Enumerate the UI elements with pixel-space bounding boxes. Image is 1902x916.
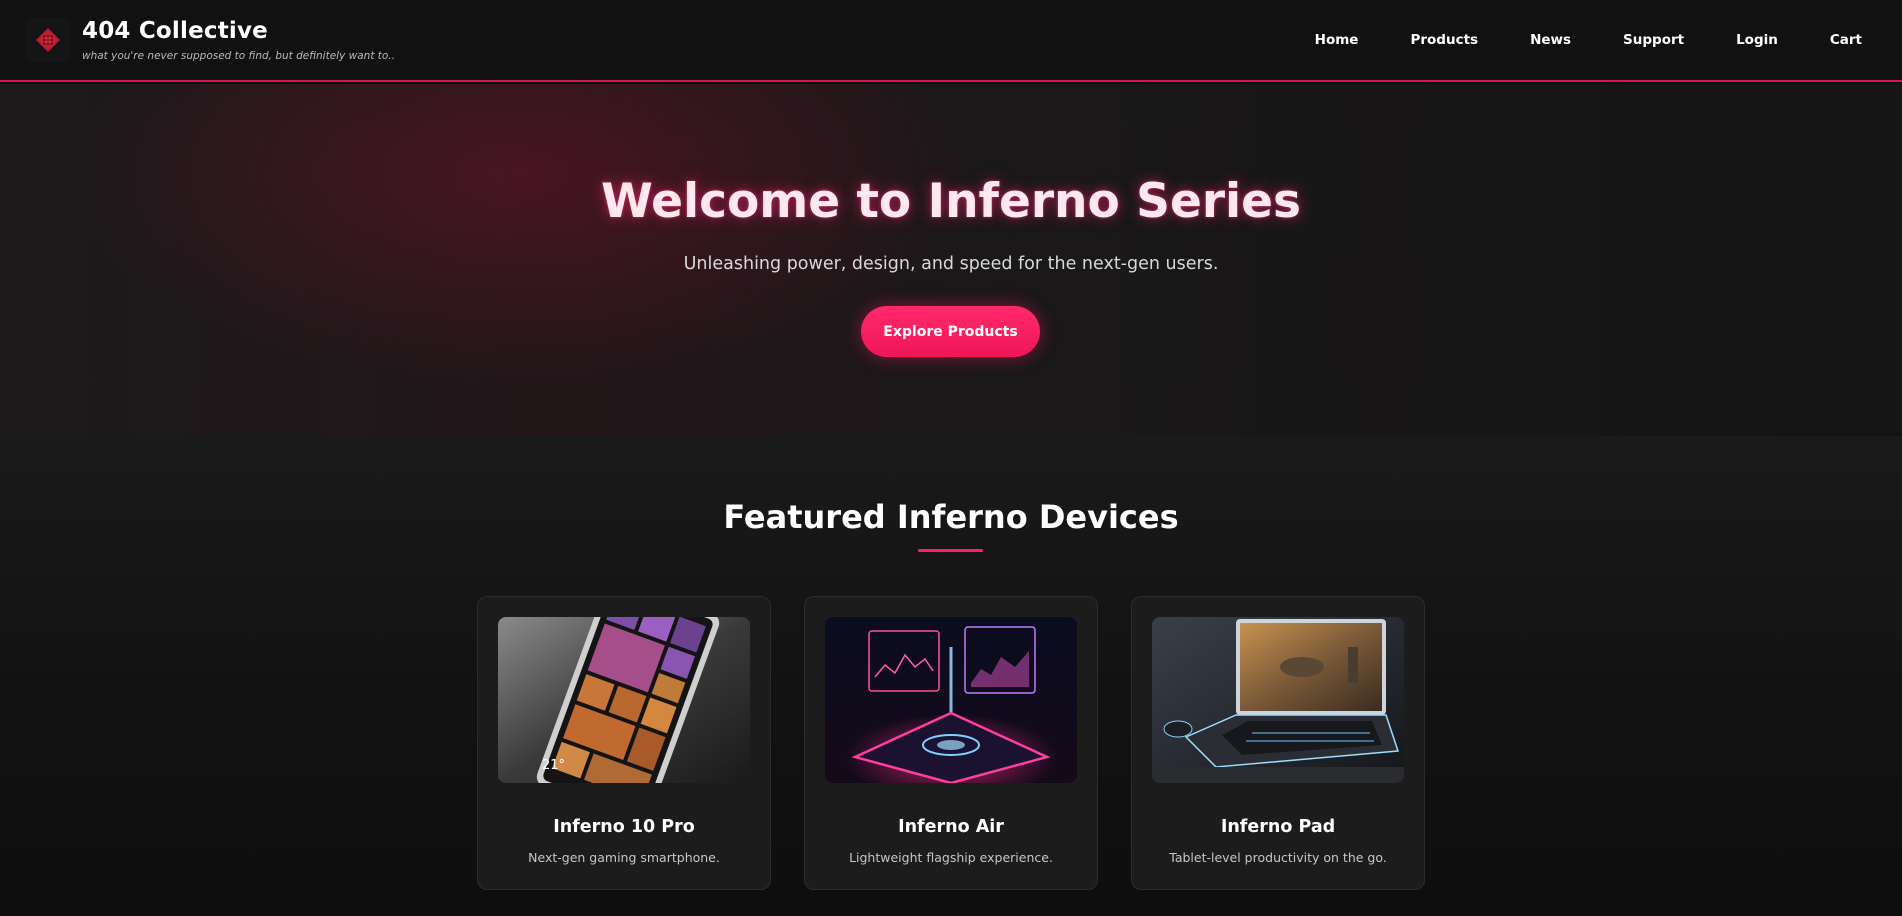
nav-cart[interactable]: Cart bbox=[1830, 32, 1862, 48]
site-tagline: what you're never supposed to find, but … bbox=[82, 50, 395, 62]
gaming-laptop-image[interactable] bbox=[1152, 617, 1404, 783]
product-card-inferno-pad[interactable]: Inferno Pad Tablet-level productivity on… bbox=[1131, 596, 1425, 890]
title-underline bbox=[918, 549, 983, 552]
product-description: Next-gen gaming smartphone. bbox=[528, 850, 720, 865]
smartphone-tiles-image[interactable]: 21° bbox=[498, 617, 750, 783]
svg-text:21°: 21° bbox=[542, 758, 565, 773]
site-title[interactable]: 404 Collective bbox=[82, 18, 395, 44]
brand[interactable]: 404 Collective what you're never suppose… bbox=[26, 18, 395, 62]
nav-home[interactable]: Home bbox=[1315, 32, 1359, 48]
nav-products[interactable]: Products bbox=[1410, 32, 1478, 48]
hero-title: Welcome to Inferno Series bbox=[600, 174, 1302, 229]
featured-section: Featured Inferno Devices 21° Inferno 10 … bbox=[0, 436, 1902, 916]
product-card-inferno-10-pro[interactable]: 21° Inferno 10 Pro Next-gen gaming smart… bbox=[477, 596, 771, 890]
nav-support[interactable]: Support bbox=[1623, 32, 1684, 48]
product-name[interactable]: Inferno 10 Pro bbox=[478, 817, 770, 837]
product-name[interactable]: Inferno Pad bbox=[1132, 817, 1424, 837]
red-gem-icon[interactable] bbox=[26, 18, 70, 62]
main-nav: Home Products News Support Login Cart bbox=[1263, 32, 1862, 48]
nav-news[interactable]: News bbox=[1530, 32, 1571, 48]
nav-login[interactable]: Login bbox=[1736, 32, 1778, 48]
explore-products-button[interactable]: Explore Products bbox=[861, 306, 1040, 357]
product-description: Lightweight flagship experience. bbox=[849, 850, 1053, 865]
site-header: 404 Collective what you're never suppose… bbox=[0, 0, 1902, 82]
holographic-phone-image[interactable] bbox=[825, 617, 1077, 783]
hero-subtitle: Unleashing power, design, and speed for … bbox=[683, 254, 1219, 274]
hero-section: Welcome to Inferno Series Unleashing pow… bbox=[0, 84, 1902, 436]
product-name[interactable]: Inferno Air bbox=[805, 817, 1097, 837]
product-description: Tablet-level productivity on the go. bbox=[1169, 850, 1387, 865]
product-card-inferno-air[interactable]: Inferno Air Lightweight flagship experie… bbox=[804, 596, 1098, 890]
featured-title: Featured Inferno Devices bbox=[723, 498, 1179, 536]
